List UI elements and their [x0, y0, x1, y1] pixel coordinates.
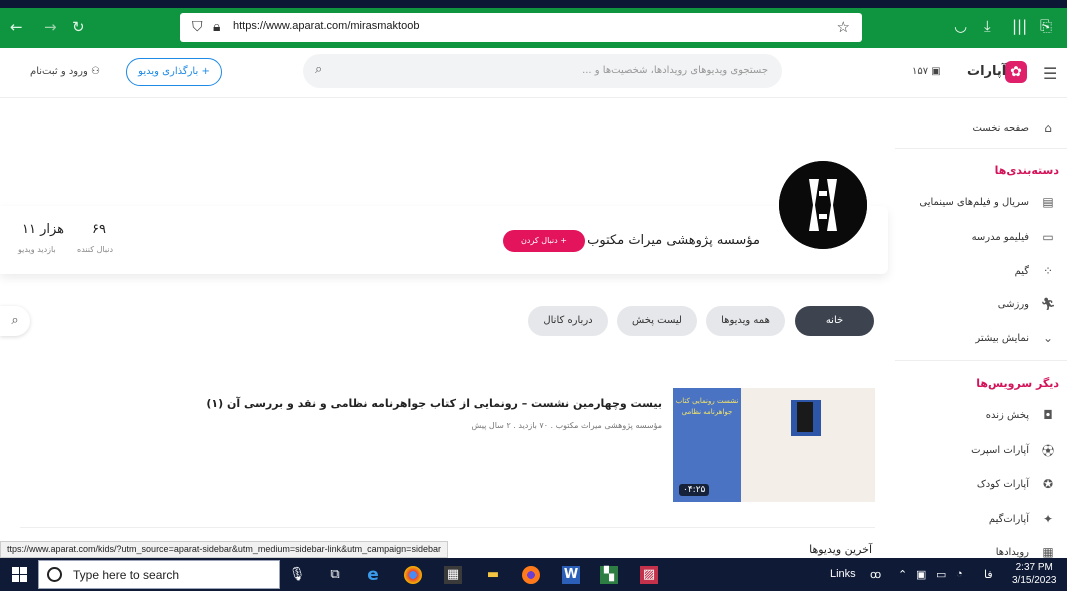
live-count-badge[interactable]: ۱۵۷ ▣	[912, 66, 941, 77]
tray-chevron-icon[interactable]: ⌃	[898, 568, 907, 581]
language-indicator[interactable]: فا	[984, 568, 993, 581]
task-view-icon[interactable]: ⧉	[326, 566, 344, 584]
channel-name[interactable]: مؤسسه پژوهشی میراث مکتوب	[587, 233, 760, 248]
home-icon: ⌂	[1044, 121, 1052, 135]
file-explorer-icon[interactable]: ▬	[484, 566, 502, 584]
views-count: ۱۱ هزار	[22, 222, 65, 237]
shield-icon[interactable]: ⛉	[192, 19, 203, 35]
services-title: دیگر سرویس‌ها	[976, 377, 1059, 390]
photos-icon[interactable]: ▚	[600, 566, 618, 584]
follow-button[interactable]: + دنبال کردن	[503, 230, 585, 252]
window-top-band	[0, 0, 1067, 8]
channel-search-icon[interactable]: ⌕	[0, 306, 30, 336]
address-bar[interactable]: ⛉ 🔒︎ https://www.aparat.com/mirasmaktoob…	[180, 13, 862, 42]
thumbnail-scene	[797, 402, 813, 432]
lock-icon[interactable]: 🔒︎	[213, 19, 220, 35]
search-input[interactable]: جستجوی ویدیوهای رویدادها، شخصیت‌ها و ...	[582, 65, 768, 76]
followers-count: ۶۹	[92, 222, 106, 237]
login-link[interactable]: ⚇ ورود و ثبت‌نام	[30, 66, 100, 77]
aparat-logo-text[interactable]: آپارات	[967, 64, 1006, 79]
url-text[interactable]: https://www.aparat.com/mirasmaktoob	[233, 20, 419, 32]
video-title[interactable]: بیست وچهارمین نشست – رونمایی از کتاب جوا…	[206, 397, 662, 410]
sidebar-item-filimo-school[interactable]: ▭ فیلیمو مدرسه	[972, 225, 1059, 249]
channel-avatar[interactable]	[776, 158, 870, 252]
sidebar-item-game[interactable]: ⁘ گیم	[1015, 259, 1059, 283]
sidebar-item-home[interactable]: ⌂ صفحه نخست	[972, 116, 1059, 140]
cortana-icon	[47, 567, 62, 582]
game-icon: ⁘	[1042, 264, 1054, 278]
school-icon: ▭	[1042, 230, 1054, 244]
tab-all-videos[interactable]: همه ویدیوها	[706, 306, 785, 336]
channel-cover	[0, 98, 895, 206]
sidebar: ⌂ صفحه نخست دسته‌بندی‌ها ▤ سریال و فیلم‌ها…	[895, 98, 1067, 559]
aparat-logo-icon[interactable]: ✿	[1005, 61, 1027, 83]
chevron-down-icon: ⌄	[1042, 331, 1054, 345]
tab-about-channel[interactable]: درباره کانال	[528, 306, 608, 336]
gamepad-icon: ✦	[1042, 512, 1054, 526]
followers-label: دنبال کننده	[77, 245, 114, 254]
people-icon[interactable]: ꝏ	[870, 568, 881, 581]
categories-title: دسته‌بندی‌ها	[994, 164, 1059, 177]
video-duration-badge: ۰۴:۲۵	[679, 484, 710, 496]
bookmark-star-icon[interactable]: ☆	[837, 18, 850, 36]
sidebar-divider	[895, 360, 1067, 361]
sidebar-item-show-more[interactable]: ⌄ نمایش بیشتر	[975, 326, 1059, 350]
video-thumbnail[interactable]: نشست رونمایی کتاب جواهرنامه نظامی ۰۴:۲۵	[673, 388, 875, 502]
chrome-icon[interactable]	[404, 566, 422, 584]
taskbar-search-input[interactable]: Type here to search	[73, 568, 179, 582]
tray-app-icon[interactable]: ▣	[916, 568, 926, 581]
windows-taskbar: Type here to search 🎙︎ ⧉ e ▦ ▬ W ▚ ▨ Lin…	[0, 558, 1067, 591]
taskbar-clock[interactable]: 2:37 PM 3/15/2023	[1012, 561, 1057, 587]
calendar-icon: ▦	[1042, 545, 1054, 559]
reload-icon[interactable]: ↻	[72, 18, 85, 36]
sidebar-divider	[895, 148, 1067, 149]
forward-icon[interactable]: →	[44, 18, 57, 36]
taskbar-search-box[interactable]: Type here to search	[38, 560, 280, 589]
edge-icon[interactable]: e	[364, 566, 382, 584]
word-icon[interactable]: W	[562, 566, 580, 584]
sidebar-item-live[interactable]: ◘ پخش زنده	[986, 403, 1059, 427]
download-icon[interactable]: ⤓	[984, 17, 991, 35]
sport-icon: 🏃︎	[1040, 297, 1056, 311]
section-divider	[20, 527, 875, 528]
windows-start-icon[interactable]	[12, 567, 27, 582]
latest-videos-heading: آخرین ویدیوها	[809, 543, 872, 556]
views-label: بازدید ویدیو	[18, 245, 56, 254]
tab-playlists[interactable]: لیست پخش	[617, 306, 697, 336]
browser-toolbar: ← → ↻ ⛉ 🔒︎ https://www.aparat.com/mirasm…	[0, 8, 1067, 48]
synced-tabs-icon[interactable]: ⎘	[1040, 17, 1052, 35]
wifi-icon[interactable]: ◔	[956, 568, 963, 580]
sidebar-item-aparat-game[interactable]: ✦ آپارات‌گیم	[989, 507, 1059, 531]
firefox-icon[interactable]	[522, 566, 540, 584]
channel-logo-icon	[779, 161, 867, 249]
channel-info-card: مؤسسه پژوهشی میراث مکتوب + دنبال کردن ۶۹…	[0, 206, 888, 274]
sidebar-item-movies[interactable]: ▤ سریال و فیلم‌های سینمایی	[919, 190, 1059, 214]
sidebar-item-sport[interactable]: 🏃︎ ورزشی	[998, 292, 1059, 316]
pdf-editor-icon[interactable]: ▨	[640, 566, 658, 584]
browser-status-url: ttps://www.aparat.com/kids/?utm_source=a…	[0, 541, 448, 558]
search-icon[interactable]: ⌕	[315, 62, 322, 77]
upload-video-button[interactable]: + بارگذاری ویدیو	[126, 58, 222, 86]
battery-icon[interactable]: ▭	[936, 568, 946, 581]
search-box[interactable]: جستجوی ویدیوهای رویدادها، شخصیت‌ها و ...…	[303, 54, 782, 88]
calculator-icon[interactable]: ▦	[444, 566, 462, 584]
sidebar-item-aparat-kids[interactable]: ✪ آپارات کودک	[977, 472, 1059, 496]
hamburger-menu-icon[interactable]: ☰	[1043, 64, 1057, 83]
pocket-icon[interactable]: ◡	[954, 17, 967, 35]
library-icon[interactable]: |||	[1012, 17, 1027, 35]
kids-icon: ✪	[1042, 477, 1054, 491]
film-icon: ▤	[1042, 195, 1054, 209]
site-header: ☰ ✿ آپارات ۱۵۷ ▣ جستجوی ویدیوهای رویداده…	[0, 48, 1067, 98]
live-icon: ◘	[1043, 408, 1053, 422]
back-icon[interactable]: ←	[10, 18, 23, 36]
microphone-icon[interactable]: 🎙︎	[288, 566, 306, 584]
tab-home[interactable]: خانه	[795, 306, 874, 336]
sidebar-item-aparat-sport[interactable]: ⚽︎ آپارات اسپرت	[971, 438, 1059, 462]
video-meta: مؤسسه پژوهشی میراث مکتوب . ۷۰ بازدید . ۲…	[471, 421, 662, 430]
sport-ball-icon: ⚽︎	[1041, 443, 1054, 458]
links-toolbar[interactable]: Links	[830, 568, 856, 580]
